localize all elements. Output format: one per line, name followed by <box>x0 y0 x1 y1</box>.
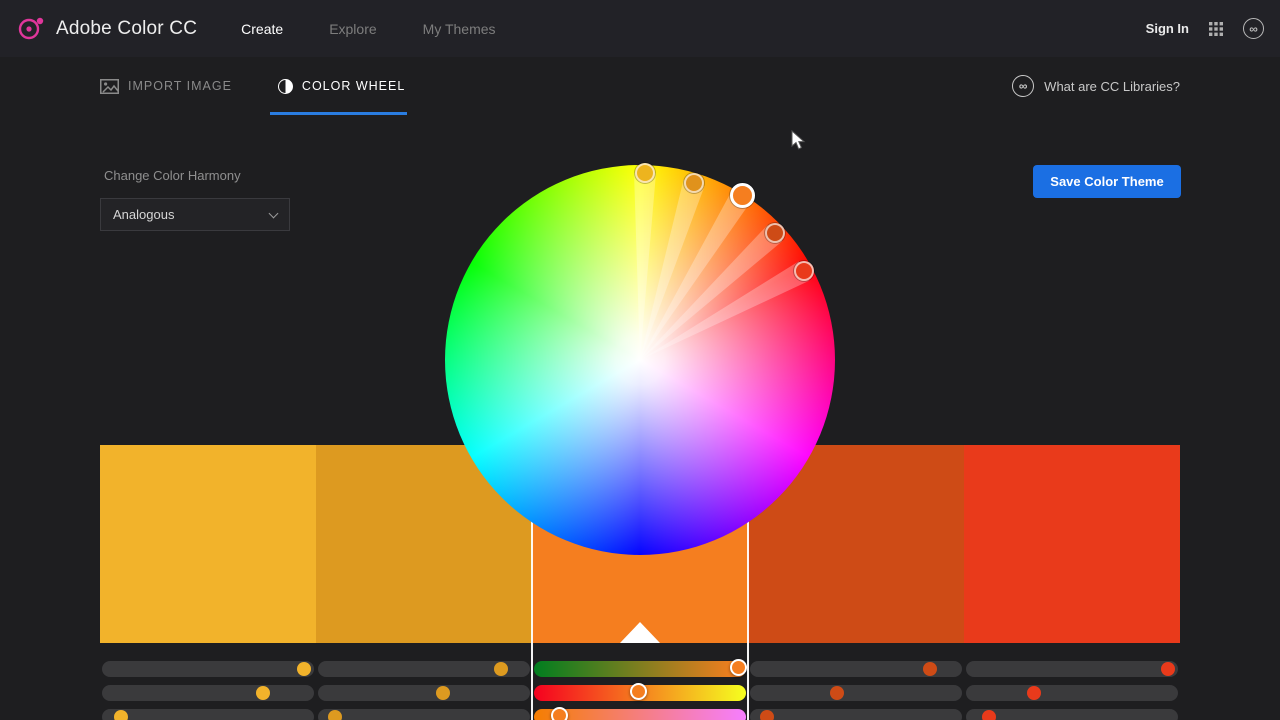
wheel-handle-3[interactable] <box>730 183 755 208</box>
tabbar: IMPORT IMAGE COLOR WHEEL ∞ What are CC Li… <box>0 57 1280 115</box>
wheel-handle-4[interactable] <box>765 223 785 243</box>
slider-dot[interactable] <box>114 710 128 720</box>
color-wheel-icon <box>278 79 293 94</box>
slider-dot[interactable] <box>436 686 450 700</box>
slider-handle[interactable] <box>551 707 568 720</box>
cc-libraries-link[interactable]: ∞ What are CC Libraries? <box>1012 75 1180 97</box>
slider-r-swatch-1[interactable] <box>102 661 314 677</box>
tab-label: IMPORT IMAGE <box>128 79 232 93</box>
slider-b-swatch-1[interactable] <box>102 709 314 720</box>
slider-g-swatch-3[interactable] <box>534 685 746 701</box>
apps-grid-icon[interactable] <box>1209 22 1223 36</box>
nav-item-create[interactable]: Create <box>241 21 283 37</box>
harmony-dropdown[interactable]: Analogous <box>100 198 290 231</box>
adobe-color-logo <box>16 15 46 42</box>
slider-dot[interactable] <box>1027 686 1041 700</box>
mouse-cursor <box>791 130 807 152</box>
slider-b-swatch-4[interactable] <box>750 709 962 720</box>
slider-r-swatch-5[interactable] <box>966 661 1178 677</box>
wheel-handle-5[interactable] <box>794 261 814 281</box>
slider-handle[interactable] <box>630 683 647 700</box>
chevron-down-icon <box>269 208 279 218</box>
slider-dot[interactable] <box>1161 662 1175 676</box>
slider-dot[interactable] <box>760 710 774 720</box>
slider-b-swatch-5[interactable] <box>966 709 1178 720</box>
slider-r-swatch-3[interactable] <box>534 661 746 677</box>
slider-dot[interactable] <box>923 662 937 676</box>
slider-dot[interactable] <box>297 662 311 676</box>
slider-b-swatch-3[interactable] <box>534 709 746 720</box>
cc-libraries-label: What are CC Libraries? <box>1044 79 1180 94</box>
slider-handle[interactable] <box>730 659 747 676</box>
harmony-label: Change Color Harmony <box>104 168 241 183</box>
adobe-color-app: Adobe Color CC Create Explore My Themes Si… <box>0 0 1280 720</box>
slider-b-swatch-2[interactable] <box>318 709 530 720</box>
slider-g-swatch-5[interactable] <box>966 685 1178 701</box>
image-icon <box>100 79 119 94</box>
slider-dot[interactable] <box>494 662 508 676</box>
nav-item-my-themes[interactable]: My Themes <box>423 21 496 37</box>
slider-dot[interactable] <box>256 686 270 700</box>
slider-dot[interactable] <box>328 710 342 720</box>
color-wheel[interactable] <box>445 165 835 555</box>
tab-import-image[interactable]: IMPORT IMAGE <box>100 57 232 115</box>
slider-g-swatch-2[interactable] <box>318 685 530 701</box>
slider-r-swatch-4[interactable] <box>750 661 962 677</box>
tab-label: COLOR WHEEL <box>302 79 405 93</box>
creative-cloud-libraries-icon: ∞ <box>1012 75 1034 97</box>
main-nav: Create Explore My Themes <box>241 21 495 37</box>
swatch-1[interactable] <box>100 445 316 643</box>
slider-dot[interactable] <box>982 710 996 720</box>
swatch-5[interactable] <box>964 445 1180 643</box>
wheel-handle-1[interactable] <box>635 163 655 183</box>
wheel-handle-2[interactable] <box>684 173 704 193</box>
tab-list: IMPORT IMAGE COLOR WHEEL <box>100 57 405 115</box>
tab-color-wheel[interactable]: COLOR WHEEL <box>278 57 405 115</box>
brand-title: Adobe Color CC <box>56 18 197 40</box>
nav-item-explore[interactable]: Explore <box>329 21 376 37</box>
creative-cloud-icon[interactable]: ∞ <box>1243 18 1264 39</box>
slider-dot[interactable] <box>830 686 844 700</box>
brand[interactable]: Adobe Color CC <box>16 15 197 42</box>
selected-swatch-pointer <box>620 622 660 643</box>
sign-in-link[interactable]: Sign In <box>1146 21 1189 36</box>
save-color-theme-button[interactable]: Save Color Theme <box>1033 165 1181 198</box>
slider-r-swatch-2[interactable] <box>318 661 530 677</box>
slider-g-swatch-1[interactable] <box>102 685 314 701</box>
harmony-selected-value: Analogous <box>113 207 174 222</box>
slider-g-swatch-4[interactable] <box>750 685 962 701</box>
topbar: Adobe Color CC Create Explore My Themes Si… <box>0 0 1280 57</box>
topbar-right: Sign In ∞ <box>1146 18 1264 39</box>
